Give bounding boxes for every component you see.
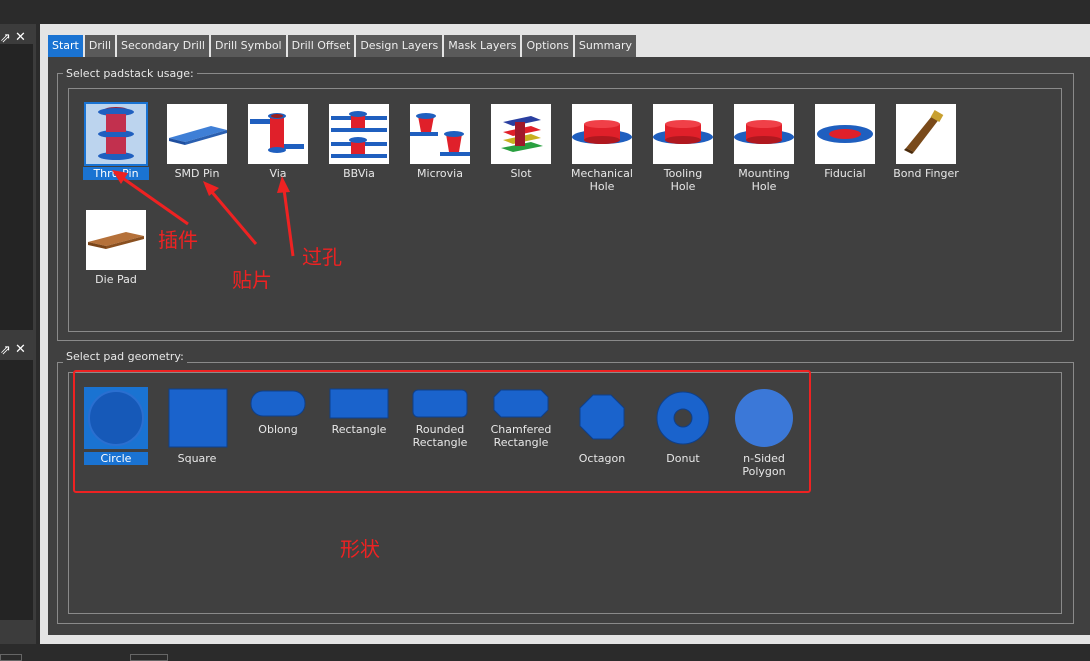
annotation-arrows (112, 170, 295, 257)
annotation-shape: 形状 (340, 537, 380, 561)
annotation-arrow (113, 170, 189, 226)
annotation-arrowhead (277, 176, 290, 193)
annotation-arrow (281, 181, 295, 257)
annotation-thru-pin: 插件 (158, 228, 198, 252)
annotation-via: 过孔 (302, 245, 342, 269)
status-field (0, 654, 22, 661)
annotation-smd-pin: 贴片 (232, 268, 272, 292)
annotation-arrow (204, 184, 258, 245)
status-field (130, 654, 168, 661)
annotation-arrowhead (203, 181, 219, 196)
